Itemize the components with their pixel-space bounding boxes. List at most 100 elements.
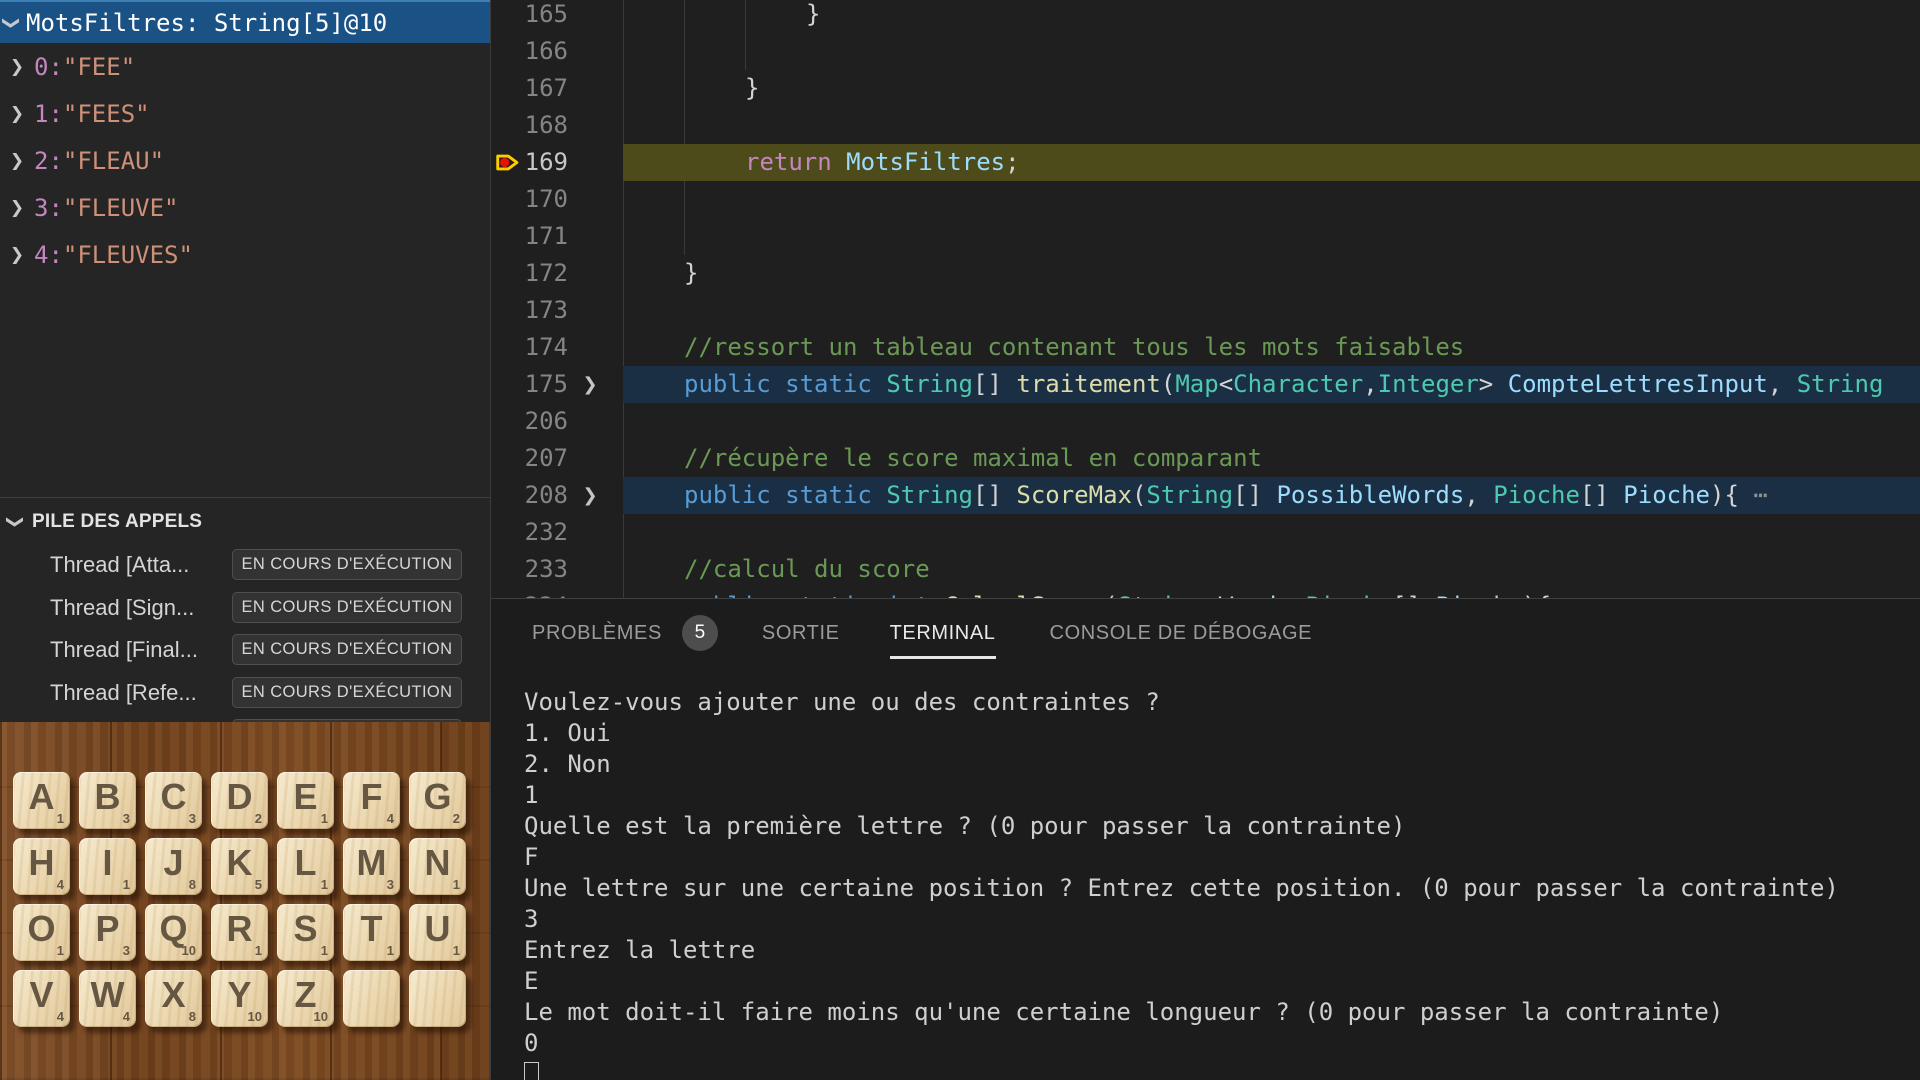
code-token: Integer	[1377, 370, 1479, 398]
line-number[interactable]: 165	[491, 0, 568, 33]
variable-row[interactable]: ❯ 1: "FEES"	[0, 90, 490, 137]
call-stack-thread-row[interactable]: Thread [Atta... EN COURS D'EXÉCUTION	[0, 544, 490, 586]
tile-I[interactable]: I1	[79, 838, 136, 895]
line-number[interactable]: 166	[491, 33, 568, 70]
code-token: []	[973, 481, 1017, 509]
line-number[interactable]: 169	[491, 144, 568, 181]
line-number[interactable]: 174	[491, 329, 568, 366]
code-editor[interactable]: 165} 166 167} 168 169 return MotsFiltres; 170 1…	[491, 0, 1920, 598]
tile-value: 1	[452, 877, 460, 892]
tile-U[interactable]: U1	[409, 904, 466, 961]
tile-J[interactable]: J8	[145, 838, 202, 895]
tile-L[interactable]: L1	[277, 838, 334, 895]
code-token: //calcul du score	[684, 555, 930, 583]
line-number[interactable]: 167	[491, 70, 568, 107]
code-token: public	[684, 370, 771, 398]
chevron-right-icon[interactable]: ❯	[8, 104, 26, 124]
variable-value: "FEE"	[62, 52, 136, 81]
tab-probl-mes[interactable]: PROBLÈMES	[532, 622, 662, 645]
chevron-right-icon[interactable]: ❯	[8, 57, 26, 77]
code-line: 168	[491, 107, 1920, 144]
variable-row[interactable]: ❯ 2: "FLEAU"	[0, 137, 490, 184]
code-text: //ressort un tableau contenant tous les …	[684, 329, 1464, 366]
line-number[interactable]: 171	[491, 218, 568, 255]
line-number[interactable]: 206	[491, 403, 568, 440]
tile-A[interactable]: A1	[13, 772, 70, 829]
chevron-right-icon[interactable]: ❯	[8, 151, 26, 171]
line-number[interactable]: 172	[491, 255, 568, 292]
tile-P[interactable]: P3	[79, 904, 136, 961]
code-token: ;	[1005, 148, 1020, 176]
tile-Q[interactable]: Q 10	[145, 904, 202, 961]
tile-value: 4	[56, 877, 64, 892]
code-token: (	[1160, 370, 1176, 398]
tile-N[interactable]: N1	[409, 838, 466, 895]
tab-sortie[interactable]: SORTIE	[762, 622, 840, 645]
tile-K[interactable]: K5	[211, 838, 268, 895]
code-token: ,	[1363, 370, 1378, 398]
call-stack-thread-row[interactable]: Thread [Sign... EN COURS D'EXÉCUTION	[0, 587, 490, 629]
tile-V[interactable]: V4	[13, 970, 70, 1027]
code-token: ,	[1767, 370, 1797, 398]
tab-terminal[interactable]: TERMINAL	[889, 622, 996, 659]
tile-T[interactable]: T1	[343, 904, 400, 961]
code-token: traitement	[1016, 370, 1161, 398]
tile-Z[interactable]: Z 10	[277, 970, 334, 1027]
tile-O[interactable]: O1	[13, 904, 70, 961]
variable-row[interactable]: ❯ 0: "FEE"	[0, 43, 490, 90]
fold-chevron-icon[interactable]: ❯	[579, 477, 601, 514]
tile-E[interactable]: E1	[277, 772, 334, 829]
tile-M[interactable]: M3	[343, 838, 400, 895]
terminal-output[interactable]: Voulez-vous ajouter une ou des contraint…	[524, 687, 1839, 1080]
tile-blank[interactable]	[343, 970, 400, 1027]
tile-G[interactable]: G2	[409, 772, 466, 829]
line-number[interactable]: 232	[491, 514, 568, 551]
variable-array-header[interactable]: ❯ MotsFiltres: String[5]@10	[0, 0, 490, 43]
call-stack-thread-row[interactable]: Thread [Refe... EN COURS D'EXÉCUTION	[0, 672, 490, 714]
tile-S[interactable]: S1	[277, 904, 334, 961]
code-token: Character	[1233, 370, 1364, 398]
tab-console-de-d-bogage[interactable]: CONSOLE DE DÉBOGAGE	[1050, 622, 1313, 645]
fold-chevron-icon[interactable]: ❯	[579, 366, 601, 403]
terminal-line: Voulez-vous ajouter une ou des contraint…	[524, 688, 1160, 716]
line-number[interactable]: 233	[491, 551, 568, 588]
code-token: >	[1478, 370, 1508, 398]
line-number[interactable]: 208	[491, 477, 568, 514]
tile-W[interactable]: W4	[79, 970, 136, 1027]
line-number[interactable]: 173	[491, 292, 568, 329]
tile-X[interactable]: X8	[145, 970, 202, 1027]
tile-blank[interactable]	[409, 970, 466, 1027]
variable-row[interactable]: ❯ 3: "FLEUVE"	[0, 184, 490, 231]
tile-Y[interactable]: Y 10	[211, 970, 268, 1027]
tile-H[interactable]: H4	[13, 838, 70, 895]
thread-status-badge: EN COURS D'EXÉCUTION	[232, 676, 462, 708]
chevron-down-icon[interactable]: ❯	[5, 513, 25, 531]
call-stack-section-header[interactable]: ❯ PILE DES APPELS	[0, 503, 490, 541]
tile-B[interactable]: B3	[79, 772, 136, 829]
tile-C[interactable]: C3	[145, 772, 202, 829]
tile-value: 10	[181, 943, 196, 958]
line-number[interactable]: 207	[491, 440, 568, 477]
code-token: ⋯	[1753, 481, 1768, 509]
chevron-right-icon[interactable]: ❯	[8, 198, 26, 218]
tile-value: 3	[122, 943, 130, 958]
variable-row[interactable]: ❯ 4: "FLEUVES"	[0, 231, 490, 278]
tile-D[interactable]: D2	[211, 772, 268, 829]
code-line: 175 ❯ public static String[] traitement(Ma…	[491, 366, 1920, 403]
chevron-right-icon[interactable]: ❯	[8, 245, 26, 265]
tile-F[interactable]: F4	[343, 772, 400, 829]
terminal-line: Entrez la lettre	[524, 936, 756, 964]
code-line: 232	[491, 514, 1920, 551]
line-number[interactable]: 168	[491, 107, 568, 144]
line-number[interactable]: 175	[491, 366, 568, 403]
call-stack-thread-row[interactable]: Thread [Final... EN COURS D'EXÉCUTION	[0, 629, 490, 671]
terminal-line: 0	[524, 1029, 539, 1057]
line-number[interactable]: 234	[491, 588, 568, 598]
tile-R[interactable]: R1	[211, 904, 268, 961]
chevron-down-icon[interactable]: ❯	[1, 14, 21, 32]
line-number[interactable]: 170	[491, 181, 568, 218]
tile-value: 4	[386, 811, 394, 826]
